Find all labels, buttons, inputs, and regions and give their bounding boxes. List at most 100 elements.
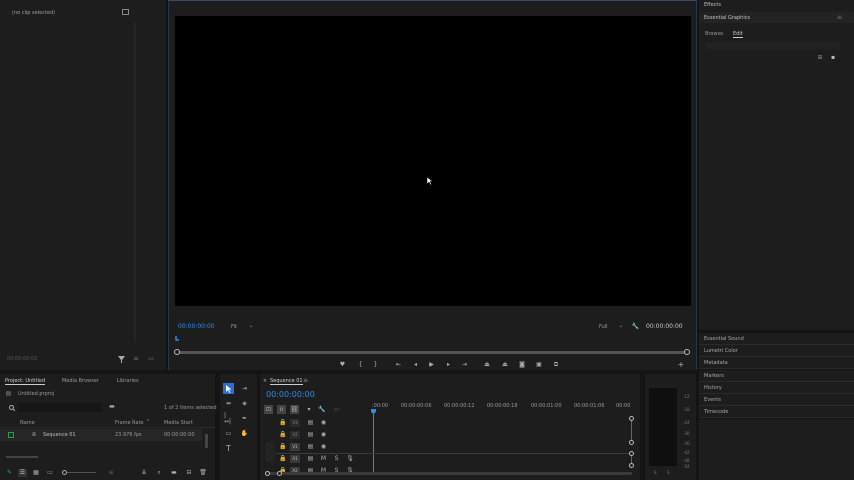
scrub-handle-right[interactable] [684,349,690,355]
new-bin-icon[interactable]: ▬ [170,469,178,476]
captions-icon[interactable]: ▭ [332,405,341,414]
automate-icon[interactable]: ⇊ [140,469,148,476]
find-icon[interactable]: ⌕ [155,469,163,476]
search-input[interactable] [18,403,102,412]
mark-in-icon[interactable]: { [357,361,364,368]
timeline-zoom-scrollbar[interactable] [268,472,632,475]
chevron-down-icon[interactable]: ⌄ [618,323,624,329]
search-icon[interactable] [8,404,15,411]
sync-lock-icon[interactable]: ▤ [307,444,314,450]
playhead-cap[interactable] [371,409,377,415]
tab-browse[interactable]: Browse [705,31,723,37]
sync-lock-icon[interactable]: ▤ [307,420,314,426]
playhead-marker-icon[interactable] [174,336,180,342]
source-patch-v1[interactable] [266,442,275,462]
sync-lock-icon[interactable]: ▤ [307,432,314,438]
track-target-v2[interactable]: V2 [290,431,300,439]
pencil-icon[interactable]: ✎ [6,469,13,476]
tab-media-browser[interactable]: Media Browser [62,378,99,384]
slip-tool-icon[interactable]: |↔| [224,412,233,424]
column-frame-rate[interactable]: Frame Rate [115,420,144,426]
eye-icon[interactable]: ◉ [320,420,327,426]
scroll-handle[interactable] [629,440,634,445]
scroll-handle[interactable] [629,463,634,468]
play-icon[interactable]: ▶ [428,361,435,368]
razor-tool-icon[interactable]: ◈ [240,399,249,408]
solo-left[interactable]: S [654,470,657,476]
extract-icon[interactable]: ⏏ [501,361,509,368]
lift-icon[interactable]: ⏏ [483,361,491,368]
project-scrollbar[interactable] [205,434,208,448]
mark-out-icon[interactable]: } [372,361,379,368]
panel-menu-icon[interactable]: ≡ [302,378,309,384]
camera-icon[interactable]: ◙ [518,361,526,368]
step-forward-icon[interactable]: ▸ [445,361,452,368]
lock-icon[interactable]: 🔒 [279,432,286,438]
comparison-view-icon[interactable]: ▣ [535,361,543,368]
selection-tool-icon[interactable] [223,383,234,394]
eye-icon[interactable]: ◉ [320,444,327,450]
sync-lock-icon[interactable]: ▤ [307,456,314,462]
track-select-tool-icon[interactable]: ⇥ [240,384,249,393]
panel-lumetri-color[interactable]: Lumetri Color [699,345,854,357]
fit-dropdown[interactable]: Fit [231,324,237,330]
trash-icon[interactable]: 🗑 [199,469,207,476]
rectangle-tool-icon[interactable]: ▭ [224,429,233,438]
go-to-in-icon[interactable]: ⇤ [395,361,402,368]
essential-graphics-title[interactable]: Essential Graphics [704,15,750,21]
source-scrollbar[interactable] [134,22,136,342]
zoom-handle-left[interactable] [265,471,270,476]
track-target-v1[interactable]: V1 [290,443,300,451]
horizontal-scrollbar[interactable] [6,456,38,458]
sort-asc-icon[interactable]: ⌃ [145,419,151,425]
mute-button[interactable]: M [320,456,327,462]
tab-libraries[interactable]: Libraries [117,378,139,384]
video-preview[interactable] [175,16,691,306]
close-icon[interactable]: × [262,378,268,384]
add-marker-icon[interactable]: ♥ [339,361,346,368]
type-tool-icon[interactable]: T [224,444,233,453]
scroll-handle[interactable] [629,416,634,421]
zoom-handle-right[interactable] [277,471,282,476]
chevron-down-icon[interactable]: ⌄ [248,323,254,329]
zoom-slider[interactable] [62,472,96,473]
column-name[interactable]: Name [20,420,35,426]
track-divider[interactable] [276,453,632,454]
lock-icon[interactable]: 🔒 [279,444,286,450]
effects-title[interactable]: Effects [704,2,721,8]
column-media-start[interactable]: Media Start [164,420,193,426]
scrub-handle-left[interactable] [174,349,180,355]
new-bin-icon[interactable]: ▬ [108,403,116,410]
new-item-icon[interactable]: ⊟ [185,469,193,476]
panel-menu-icon[interactable] [121,8,129,16]
ripple-edit-tool-icon[interactable]: ⇹ [224,399,233,408]
timeline-timecode[interactable]: 00:00:00:00 [266,390,315,399]
wrench-icon[interactable]: 🔧 [318,405,326,414]
filter-icon[interactable] [117,355,125,363]
linked-selection-icon[interactable]: ⛓ [290,405,299,414]
pen-tool-icon[interactable]: ✒ [240,414,249,423]
panel-markers[interactable]: Markers [699,370,854,382]
zoom-slider-handle[interactable] [62,470,67,475]
panel-metadata[interactable]: Metadata [699,357,854,369]
list-icon[interactable]: ≡ [132,355,140,363]
list-view-icon[interactable]: ☰ [18,469,27,477]
snap-icon[interactable]: ∩ [277,405,286,414]
add-button-icon[interactable]: + [677,360,685,368]
icon-view-icon[interactable]: ▦ [32,469,40,476]
panel-timecode[interactable]: Timecode [699,406,854,418]
table-row[interactable]: ⧈ Sequence 01 23.976 fps 00:00:00:00 [0,429,202,441]
tab-edit[interactable]: Edit [733,31,743,38]
microphone-icon[interactable]: 🎙 [346,456,354,462]
eye-icon[interactable]: ◉ [320,432,327,438]
nest-toggle-icon[interactable]: ⊡ [264,405,273,414]
lock-icon[interactable]: 🔒 [279,420,286,426]
track-target-a1[interactable]: A1 [290,455,300,463]
hand-tool-icon[interactable]: ✋ [240,429,249,438]
add-marker-icon[interactable]: ▾ [305,405,313,414]
export-icon[interactable]: ▭ [147,355,155,363]
sort-icon[interactable]: ≡ [107,469,115,476]
panel-history[interactable]: History [699,382,854,394]
freeform-view-icon[interactable]: ▭ [46,469,54,476]
scroll-handle[interactable] [629,451,634,456]
